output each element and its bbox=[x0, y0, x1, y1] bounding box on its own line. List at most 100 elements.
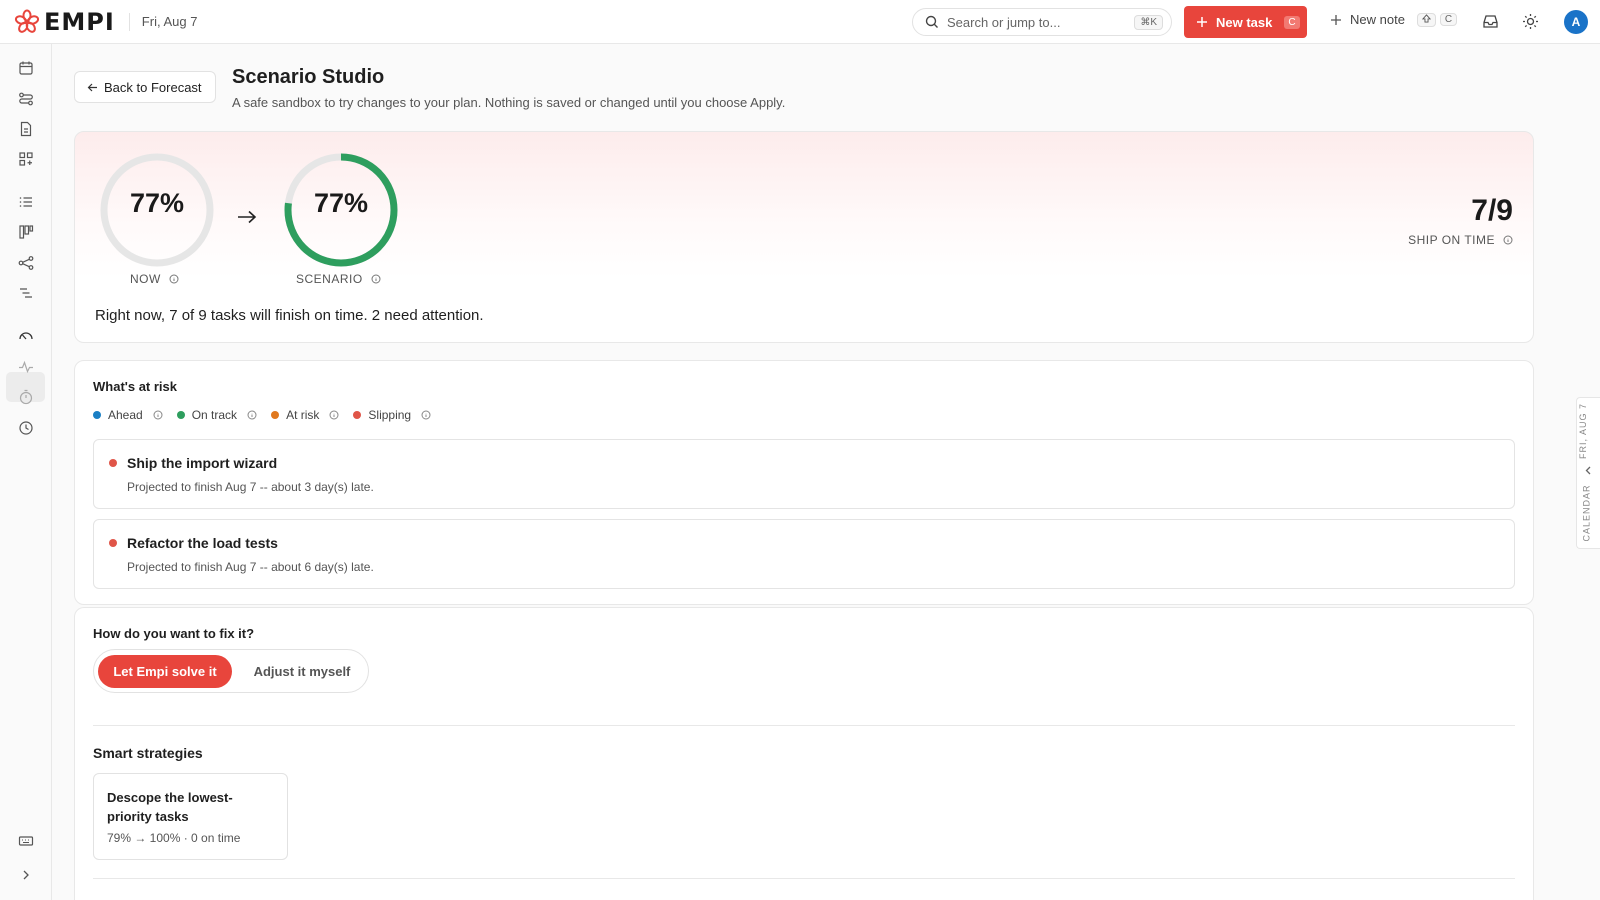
risk-task-projection: Projected to finish Aug 7 -- about 3 day… bbox=[127, 480, 374, 494]
new-note-label: New note bbox=[1350, 12, 1405, 27]
info-icon[interactable] bbox=[247, 410, 257, 420]
info-icon[interactable] bbox=[153, 410, 163, 420]
plus-icon bbox=[1197, 17, 1207, 27]
plus-icon bbox=[1331, 14, 1341, 25]
risk-task-item[interactable]: Refactor the load tests Projected to fin… bbox=[93, 519, 1515, 589]
timer-icon[interactable] bbox=[18, 389, 34, 405]
strategy-name: Descope the lowest-priority tasks bbox=[107, 790, 233, 824]
expand-icon[interactable] bbox=[18, 867, 34, 883]
chevron-left-icon[interactable] bbox=[1583, 465, 1594, 476]
risk-title: What's at risk bbox=[93, 379, 178, 394]
keyboard-icon[interactable] bbox=[18, 833, 34, 849]
brand-name: EMPI bbox=[44, 7, 115, 36]
legend-label: Ahead bbox=[108, 408, 143, 422]
arrow-left-icon bbox=[87, 83, 97, 91]
search-placeholder: Search or jump to... bbox=[947, 14, 1061, 30]
legend-dot bbox=[93, 411, 101, 419]
topbar-divider bbox=[128, 12, 130, 31]
ship-on-time-label-text: SHIP ON TIME bbox=[1408, 233, 1495, 247]
risk-card: What's at risk Ahead On track At risk Sl… bbox=[74, 360, 1534, 605]
now-ring: 77% bbox=[99, 152, 215, 268]
scenario-percent: 77% bbox=[313, 188, 369, 218]
rail-date: FRI, AUG 7 bbox=[1578, 402, 1589, 460]
info-icon[interactable] bbox=[169, 274, 179, 284]
current-date: Fri, Aug 7 bbox=[141, 14, 198, 29]
legend-at-risk: At risk bbox=[271, 408, 339, 422]
list-icon[interactable] bbox=[18, 194, 34, 210]
strategy-card[interactable]: Descope the lowest-priority tasks 79% → … bbox=[93, 773, 288, 860]
search-icon bbox=[925, 15, 938, 28]
calendar-icon[interactable] bbox=[18, 60, 34, 76]
forecast-gauge-icon[interactable] bbox=[18, 328, 34, 344]
new-task-button[interactable]: New task C bbox=[1184, 6, 1307, 38]
new-note-button[interactable]: New note C bbox=[1330, 12, 1458, 27]
top-bar: EMPI Fri, Aug 7 Search or jump to... ⌘K … bbox=[0, 0, 1600, 44]
user-avatar[interactable]: A bbox=[1564, 10, 1588, 34]
let-empi-solve-button[interactable]: Let Empi solve it bbox=[98, 655, 232, 688]
document-icon[interactable] bbox=[18, 121, 34, 137]
shift-key-icon bbox=[1416, 12, 1436, 27]
fix-card: How do you want to fix it? Let Empi solv… bbox=[74, 607, 1534, 900]
graph-icon[interactable] bbox=[18, 255, 34, 271]
now-label: NOW bbox=[130, 272, 179, 286]
legend-label: On track bbox=[191, 408, 238, 422]
info-icon[interactable] bbox=[1503, 235, 1513, 245]
ship-on-time-label: SHIP ON TIME bbox=[1408, 233, 1513, 247]
strategies-title: Smart strategies bbox=[93, 745, 203, 761]
slipping-dot bbox=[109, 459, 117, 467]
apps-grid-icon[interactable] bbox=[18, 151, 34, 167]
info-icon[interactable] bbox=[421, 410, 431, 420]
page-title: Scenario Studio bbox=[232, 66, 385, 88]
risk-task-projection: Projected to finish Aug 7 -- about 6 day… bbox=[127, 560, 374, 574]
ship-on-time-count: 7/9 bbox=[1471, 194, 1513, 227]
arrow-right-icon bbox=[238, 210, 257, 224]
scenario-summary-card: 77% NOW 77% SCENARIO 7/9 SHIP ON TIME Ri… bbox=[74, 131, 1534, 343]
sidebar bbox=[0, 44, 52, 900]
brand-logo[interactable]: EMPI bbox=[14, 8, 115, 36]
legend-dot bbox=[353, 411, 362, 419]
scenario-ring: 77% bbox=[283, 152, 399, 268]
new-note-shortcut: C bbox=[1439, 13, 1458, 26]
section-divider bbox=[93, 878, 1515, 879]
new-task-label: New task bbox=[1216, 14, 1273, 30]
rail-label: CALENDAR bbox=[1581, 484, 1592, 542]
calendar-rail[interactable]: FRI, AUG 7 CALENDAR bbox=[1576, 397, 1600, 549]
theme-sun-icon[interactable] bbox=[1522, 13, 1539, 30]
fix-title: How do you want to fix it? bbox=[93, 626, 255, 641]
strategy-impact: 79% → 100% · 0 on time bbox=[107, 831, 241, 845]
risk-task-name: Refactor the load tests bbox=[127, 535, 278, 551]
legend-dot bbox=[271, 411, 280, 419]
status-legend: Ahead On track At risk Slipping bbox=[93, 408, 445, 422]
legend-slipping: Slipping bbox=[353, 408, 431, 422]
info-icon[interactable] bbox=[371, 274, 381, 284]
section-divider bbox=[93, 725, 1515, 726]
scenario-label: SCENARIO bbox=[296, 272, 381, 286]
adjust-myself-button[interactable]: Adjust it myself bbox=[242, 655, 362, 688]
legend-dot bbox=[176, 411, 185, 419]
search-shortcut: ⌘K bbox=[1134, 14, 1163, 30]
forecast-summary: Right now, 7 of 9 tasks will finish on t… bbox=[95, 307, 484, 324]
legend-ahead: Ahead bbox=[93, 408, 163, 422]
legend-label: At risk bbox=[286, 408, 320, 422]
empi-flower-icon bbox=[14, 9, 40, 33]
fix-mode-toggle: Let Empi solve it Adjust it myself bbox=[93, 649, 369, 693]
page-subtitle: A safe sandbox to try changes to your pl… bbox=[232, 95, 786, 110]
slipping-dot bbox=[109, 539, 117, 547]
clock-icon[interactable] bbox=[18, 420, 34, 436]
legend-on-track: On track bbox=[176, 408, 257, 422]
flows-icon[interactable] bbox=[18, 91, 34, 107]
risk-task-name: Ship the import wizard bbox=[127, 455, 278, 471]
new-task-shortcut: C bbox=[1284, 15, 1300, 29]
outline-icon[interactable] bbox=[18, 285, 34, 301]
back-label: Back to Forecast bbox=[104, 79, 202, 95]
pulse-icon[interactable] bbox=[18, 359, 34, 375]
now-percent: 77% bbox=[129, 188, 185, 218]
search-input[interactable]: Search or jump to... ⌘K bbox=[912, 8, 1172, 36]
info-icon[interactable] bbox=[329, 410, 339, 420]
back-to-forecast-button[interactable]: Back to Forecast bbox=[74, 71, 216, 103]
board-icon[interactable] bbox=[18, 224, 34, 240]
inbox-icon[interactable] bbox=[1482, 13, 1499, 30]
page-header: Back to Forecast Scenario Studio A safe … bbox=[74, 64, 1534, 114]
risk-task-item[interactable]: Ship the import wizard Projected to fini… bbox=[93, 439, 1515, 509]
scenario-label-text: SCENARIO bbox=[296, 272, 363, 286]
